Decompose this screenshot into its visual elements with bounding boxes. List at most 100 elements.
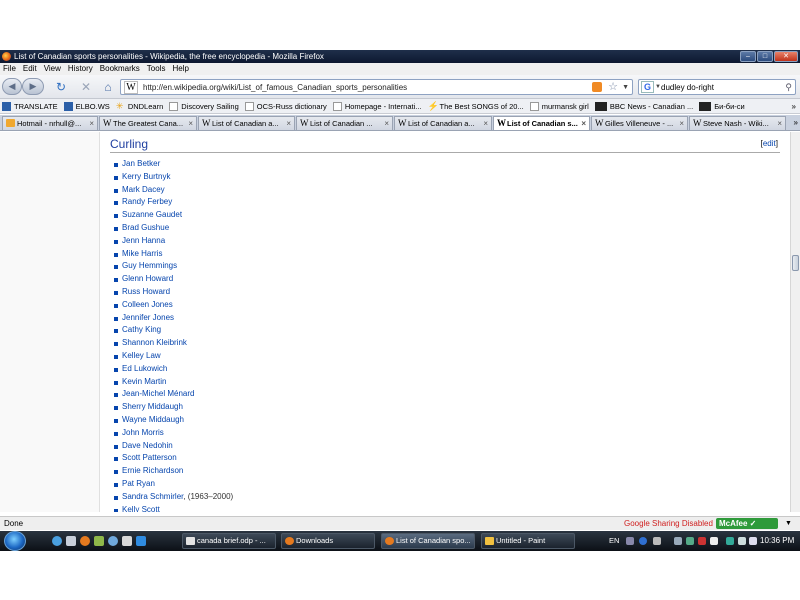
person-link[interactable]: Ernie Richardson xyxy=(122,466,183,475)
bookmark-homepage[interactable]: Homepage - Internati... xyxy=(332,101,422,111)
bookmark-discovery-sailing[interactable]: Discovery Sailing xyxy=(169,101,239,111)
messenger-quicklaunch-icon[interactable] xyxy=(108,536,118,546)
tab-hotmail[interactable]: Hotmail - nrhull@... × xyxy=(2,116,98,130)
tab-close-icon[interactable]: × xyxy=(581,117,586,130)
reload-icon[interactable]: ↻ xyxy=(53,79,69,95)
person-link[interactable]: Brad Gushue xyxy=(122,223,169,232)
search-icon[interactable]: ⚲ xyxy=(785,80,792,95)
task-canada-brief[interactable]: canada brief.odp - ... xyxy=(182,533,276,549)
tab-gilles-villeneuve[interactable]: W Gilles Villeneuve - ... × xyxy=(591,116,688,130)
mcafee-button[interactable]: McAfee ✓ xyxy=(716,518,778,529)
person-link[interactable]: Kelley Law xyxy=(122,351,161,360)
person-link[interactable]: Russ Howard xyxy=(122,287,170,296)
minimize-button[interactable]: – xyxy=(740,51,756,62)
ie-quicklaunch-icon[interactable] xyxy=(52,536,62,546)
bookmark-translate[interactable]: TRANSLATE xyxy=(2,101,58,111)
bookmark-bbc-canadian[interactable]: BBC News - Canadian ... xyxy=(594,101,693,111)
person-link[interactable]: Cathy King xyxy=(122,325,161,334)
person-link[interactable]: Kevin Martin xyxy=(122,377,166,386)
tray-app-icon[interactable] xyxy=(686,537,694,545)
person-link[interactable]: Pat Ryan xyxy=(122,479,155,488)
home-icon[interactable]: ⌂ xyxy=(100,79,116,95)
person-link[interactable]: Sherry Middaugh xyxy=(122,402,183,411)
person-link[interactable]: Glenn Howard xyxy=(122,274,173,283)
tab-close-icon[interactable]: × xyxy=(89,117,94,130)
person-link[interactable]: John Morris xyxy=(122,428,164,437)
menu-help[interactable]: Help xyxy=(172,63,188,75)
vertical-scrollbar[interactable] xyxy=(790,132,800,512)
person-link[interactable]: Guy Hemmings xyxy=(122,261,177,270)
bookmark-bbc-russian[interactable]: Би-би-си xyxy=(699,101,745,111)
folder-quicklaunch-icon[interactable] xyxy=(122,536,132,546)
firefox-quicklaunch-icon[interactable] xyxy=(80,536,90,546)
rss-feed-icon[interactable] xyxy=(592,82,602,92)
menu-bookmarks[interactable]: Bookmarks xyxy=(100,63,140,75)
google-sharing-status[interactable]: Google Sharing Disabled xyxy=(624,517,713,530)
task-firefox-list[interactable]: List of Canadian spo... xyxy=(381,533,475,549)
stop-icon[interactable]: ✕ xyxy=(78,79,94,95)
forward-button[interactable]: ▶ xyxy=(22,78,44,95)
edit-link[interactable]: edit xyxy=(763,139,776,148)
connection-icon[interactable] xyxy=(738,537,746,545)
person-link[interactable]: Shannon Kleibrink xyxy=(122,338,187,347)
google-engine-icon[interactable]: G xyxy=(641,81,654,93)
person-link[interactable]: Colleen Jones xyxy=(122,300,173,309)
tab-list-canadian-a-1[interactable]: W List of Canadian a... × xyxy=(198,116,295,130)
menu-edit[interactable]: Edit xyxy=(23,63,37,75)
tray-misc-icon[interactable] xyxy=(710,537,718,545)
person-link[interactable]: Wayne Middaugh xyxy=(122,415,184,424)
tab-close-icon[interactable]: × xyxy=(286,117,291,130)
mcafee-dropdown-icon[interactable]: ▼ xyxy=(785,517,792,530)
tabs-overflow-icon[interactable]: » xyxy=(794,116,798,130)
tab-close-icon[interactable]: × xyxy=(384,117,389,130)
bookmark-elbo[interactable]: ELBO.WS xyxy=(63,101,110,111)
tab-greatest-canadian[interactable]: W The Greatest Cana... × xyxy=(99,116,197,130)
person-link[interactable]: Kerry Burtnyk xyxy=(122,172,170,181)
tab-list-canadian-2[interactable]: W List of Canadian ... × xyxy=(296,116,393,130)
language-indicator[interactable]: EN xyxy=(609,536,619,545)
url-dropdown-icon[interactable]: ▼ xyxy=(622,80,629,95)
menu-history[interactable]: History xyxy=(68,63,93,75)
address-bar[interactable]: W http://en.wikipedia.org/wiki/List_of_f… xyxy=(120,79,633,95)
person-link[interactable]: Randy Ferbey xyxy=(122,197,172,206)
task-paint[interactable]: Untitled - Paint xyxy=(481,533,575,549)
tab-close-icon[interactable]: × xyxy=(679,117,684,130)
person-link[interactable]: Dave Nedohin xyxy=(122,441,173,450)
menu-view[interactable]: View xyxy=(44,63,61,75)
menu-file[interactable]: File xyxy=(3,63,16,75)
person-link[interactable]: Mike Harris xyxy=(122,249,162,258)
tab-steve-nash[interactable]: W Steve Nash - Wiki... × xyxy=(689,116,786,130)
bookmark-star-icon[interactable]: ☆ xyxy=(608,80,618,94)
task-downloads[interactable]: Downloads xyxy=(281,533,375,549)
person-link[interactable]: Sandra Schmirler xyxy=(122,492,183,501)
help-icon[interactable] xyxy=(639,537,647,545)
person-link[interactable]: Mark Dacey xyxy=(122,185,165,194)
person-link[interactable]: Jean-Michel Ménard xyxy=(122,389,194,398)
network-icon[interactable] xyxy=(674,537,682,545)
system-clock[interactable]: 10:36 PM xyxy=(760,531,794,551)
security-icon[interactable] xyxy=(698,537,706,545)
volume-icon[interactable] xyxy=(749,537,757,545)
app-quicklaunch-icon[interactable] xyxy=(94,536,104,546)
bookmark-dndlearn[interactable]: ✳ DNDLearn xyxy=(116,101,163,111)
start-button[interactable] xyxy=(4,531,26,551)
person-link[interactable]: Kelly Scott xyxy=(122,505,160,512)
person-link[interactable]: Ed Lukowich xyxy=(122,364,167,373)
close-button[interactable]: ✕ xyxy=(774,51,798,62)
bookmark-best-songs[interactable]: ⚡ The Best SONGS of 20... xyxy=(428,101,524,111)
search-input[interactable]: G ▼ dudley do-right ⚲ xyxy=(638,79,796,95)
maximize-button[interactable]: □ xyxy=(757,51,773,62)
tray-status-icon[interactable] xyxy=(726,537,734,545)
tab-list-canadian-a-3[interactable]: W List of Canadian a... × xyxy=(394,116,492,130)
person-link[interactable]: Jan Betker xyxy=(122,159,160,168)
bookmark-ocs-russ[interactable]: OCS-Russ dictionary xyxy=(244,101,327,111)
person-link[interactable]: Scott Patterson xyxy=(122,453,177,462)
scrollbar-thumb[interactable] xyxy=(792,255,799,271)
input-icon[interactable] xyxy=(626,537,634,545)
person-link[interactable]: Jenn Hanna xyxy=(122,236,165,245)
bookmarks-overflow-icon[interactable]: » xyxy=(792,99,796,113)
menu-tools[interactable]: Tools xyxy=(147,63,166,75)
tab-close-icon[interactable]: × xyxy=(777,117,782,130)
tab-list-canadian-sports-active[interactable]: WList of Canadian s... × xyxy=(493,116,590,130)
back-button[interactable]: ◀ xyxy=(2,78,22,95)
